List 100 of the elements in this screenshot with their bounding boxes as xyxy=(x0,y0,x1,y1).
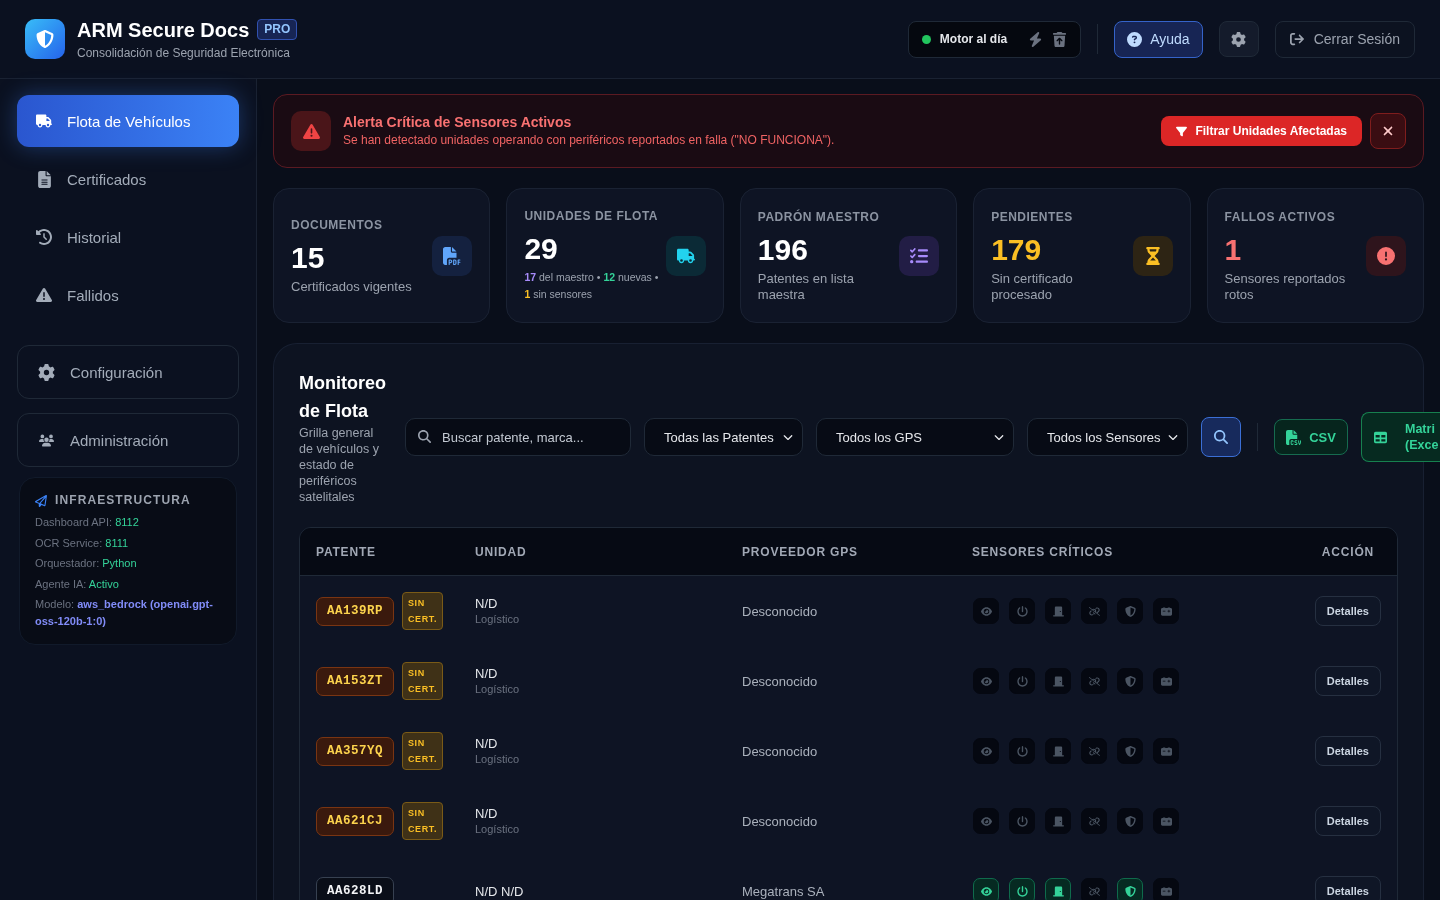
nav-item[interactable]: Fallidos xyxy=(17,269,239,321)
unit-type: Logístico xyxy=(475,612,520,627)
stat-label: FALLOS ACTIVOS xyxy=(1224,208,1337,225)
warning-icon xyxy=(36,287,52,303)
status-label: Motor al día xyxy=(939,32,1008,46)
details-button[interactable]: Detalles xyxy=(1314,876,1381,900)
csv-export-button[interactable]: CSV xyxy=(1274,419,1348,455)
search-icon xyxy=(1214,430,1228,444)
gps-provider: Desconocido xyxy=(742,813,818,829)
pdf-file-icon xyxy=(432,235,473,276)
chevron-down-icon xyxy=(783,432,793,442)
stat-label: UNIDADES DE FLOTA xyxy=(524,208,659,224)
column-header: ACCIÓN xyxy=(1320,544,1375,559)
separator-dot: • xyxy=(654,271,659,283)
license-plate: AA357YQ xyxy=(316,736,394,766)
alert-message: Se han detectado unidades operando con periféricos reportados en falla ("NO FUNCIONA"). xyxy=(343,133,836,148)
details-button[interactable]: Detalles xyxy=(1314,596,1381,626)
filter-dropdown[interactable]: Todos los GPS xyxy=(816,418,1014,456)
nav-item[interactable]: Administración xyxy=(17,413,239,467)
license-plate: AA628LD xyxy=(316,876,394,900)
users-icon xyxy=(38,432,54,448)
close-icon xyxy=(1381,124,1395,138)
unit-name: N/D N/D xyxy=(475,882,524,900)
document-icon xyxy=(35,170,53,188)
infrastructure-entry: Agente IA: Activo xyxy=(35,576,120,592)
chevron-down-icon xyxy=(1168,432,1178,442)
excel-export-button[interactable]: Matri (Exce xyxy=(1361,412,1440,462)
filter-dropdown[interactable]: Todas las Patentes xyxy=(644,418,803,456)
shield-logo-icon xyxy=(25,19,65,59)
unit-name: N/D xyxy=(475,735,499,752)
stat-value: 29 xyxy=(524,232,559,266)
exclamation-icon xyxy=(1366,235,1406,276)
unit-type: Logístico xyxy=(475,752,520,767)
certificate-status-badge: SIN CERT. xyxy=(402,802,443,840)
nav-item[interactable]: Configuración xyxy=(17,345,239,399)
search-button[interactable] xyxy=(1201,417,1241,457)
truck-icon xyxy=(36,113,52,129)
logout-icon xyxy=(1289,32,1304,46)
plan-badge: PRO xyxy=(257,19,298,40)
csv-file-icon xyxy=(1286,429,1302,445)
close-button[interactable] xyxy=(1370,113,1406,149)
search-field[interactable]: Buscar patente, marca... xyxy=(405,418,631,456)
infrastructure-title: INFRAESTRUCTURA xyxy=(55,493,191,508)
unit-name: N/D xyxy=(475,805,499,822)
settings-button[interactable] xyxy=(1218,21,1259,57)
stat-label: PADRÓN MAESTRO xyxy=(757,208,881,225)
filter-dropdown[interactable]: Todos los Sensores xyxy=(1027,418,1188,456)
stat-label: PENDIENTES xyxy=(991,208,1074,225)
unit-type: Logístico xyxy=(475,682,520,697)
search-icon xyxy=(418,430,431,443)
breakdown-item: 12 nuevas xyxy=(603,271,652,283)
stat-caption: Sin certificado procesado xyxy=(991,270,1074,303)
alert-title: Alerta Crítica de Sensores Activos xyxy=(343,114,573,131)
nav-item[interactable]: Historial xyxy=(17,211,239,263)
app-title: ARM Secure Docs xyxy=(77,17,250,42)
details-button[interactable]: Detalles xyxy=(1314,666,1381,696)
gps-provider: Desconocido xyxy=(742,743,818,759)
infrastructure-entry: Orquestador: Python xyxy=(35,556,138,571)
app-subtitle: Consolidación de Seguridad Electrónica xyxy=(77,45,291,61)
stat-caption: Certificados vigentes xyxy=(291,278,413,295)
stat-value: 179 xyxy=(991,232,1043,267)
stat-label: DOCUMENTOS xyxy=(291,216,384,233)
chevron-down-icon xyxy=(994,432,1004,442)
nav-item[interactable]: Flota de Vehículos xyxy=(17,95,239,147)
breakdown-item: 17 del maestro xyxy=(524,271,594,283)
stat-value: 196 xyxy=(757,232,809,267)
paper-plane-icon xyxy=(35,494,47,507)
gps-provider: Desconocido xyxy=(742,603,818,619)
help-button[interactable]: Ayuda xyxy=(1114,20,1203,58)
bolt-icon[interactable] xyxy=(1028,31,1044,47)
infrastructure-entry: Dashboard API: 8112 xyxy=(35,515,140,530)
column-header: PATENTE xyxy=(315,544,376,559)
nav-item[interactable]: Certificados xyxy=(17,153,239,205)
table-icon xyxy=(1374,430,1387,444)
trash-icon[interactable] xyxy=(1052,31,1068,47)
logout-button[interactable]: Cerrar Sesión xyxy=(1274,20,1415,58)
license-plate: AA153ZT xyxy=(316,666,394,696)
breakdown-item: 1 sin sensores xyxy=(524,288,593,300)
help-icon xyxy=(1127,31,1143,47)
certificate-status-badge: SIN CERT. xyxy=(402,732,443,770)
unit-type: Logístico xyxy=(475,822,520,837)
settings-icon xyxy=(1231,31,1247,47)
gps-provider: Desconocido xyxy=(742,673,818,689)
hourglass-icon xyxy=(1132,235,1173,276)
license-plate: AA621CJ xyxy=(316,806,394,836)
filter-button[interactable]: Filtrar Unidades Afectadas xyxy=(1161,116,1362,146)
column-header: SENSORES CRÍTICOS xyxy=(971,544,1113,559)
filter-icon xyxy=(1176,125,1188,137)
stat-caption: Patentes en lista maestra xyxy=(757,270,855,303)
stat-caption: Sensores reportados rotos xyxy=(1224,270,1347,303)
details-button[interactable]: Detalles xyxy=(1314,806,1381,836)
infrastructure-entry: OCR Service: 8111 xyxy=(35,535,130,551)
separator-dot: • xyxy=(596,271,601,283)
panel-title: Monitoreo de Flota xyxy=(299,372,387,423)
details-button[interactable]: Detalles xyxy=(1314,736,1381,766)
panel-description: Grilla general de vehículos y estado de periféricos satelitales xyxy=(299,425,380,505)
gps-provider: Megatrans SA xyxy=(742,883,825,899)
checklist-icon xyxy=(899,235,940,276)
unit-name: N/D xyxy=(475,665,499,682)
column-header: UNIDAD xyxy=(474,544,527,559)
